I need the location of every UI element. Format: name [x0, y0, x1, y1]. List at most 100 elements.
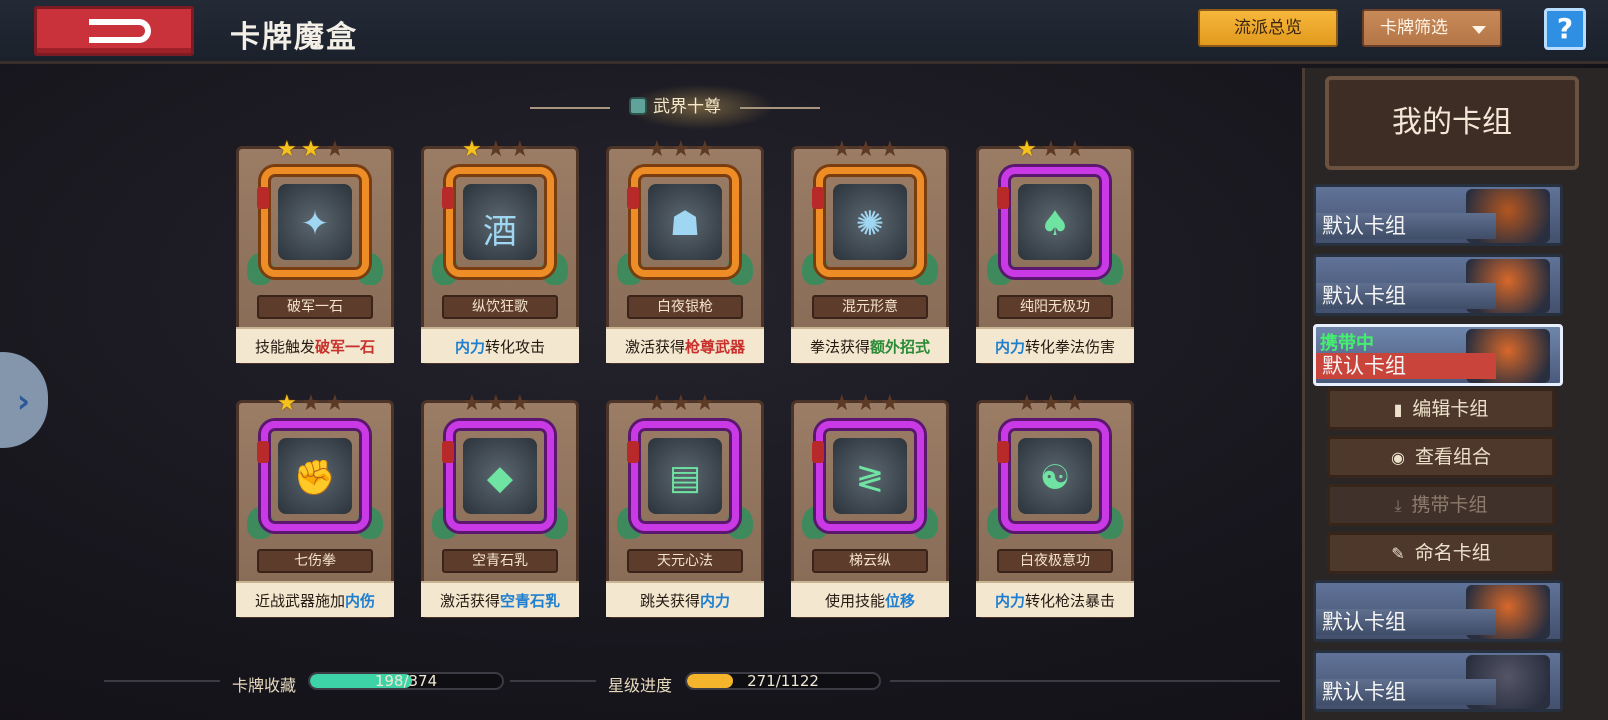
- card-description-text: 拳法获得: [809, 338, 870, 356]
- card-description-keyword: 内力: [994, 592, 1025, 610]
- card-description: 拳法获得额外招式: [791, 327, 949, 363]
- expand-left-panel-button[interactable]: ›: [0, 352, 48, 448]
- star-icon: ★: [647, 391, 667, 416]
- card-tile[interactable]: ★ ★ ★ ♠ 纯阳无极功 内力转化拳法伤害: [976, 137, 1134, 364]
- card-description: 内力转化攻击: [421, 327, 579, 363]
- star-icon: ★: [1017, 137, 1037, 162]
- back-button[interactable]: [34, 6, 194, 56]
- action-label: 携带卡组: [1411, 494, 1488, 516]
- star-icon: ★: [880, 137, 900, 162]
- action-label: 查看组合: [1414, 446, 1491, 468]
- star-icon: ★: [856, 137, 876, 162]
- card-art: 酒: [463, 184, 537, 260]
- star-icon: ★: [1041, 137, 1061, 162]
- collection-progress-bar: 198/374: [308, 672, 504, 690]
- seal-tag-icon: [442, 187, 454, 209]
- help-button[interactable]: ?: [1544, 8, 1586, 50]
- card-art-icon: ♠: [1039, 204, 1071, 244]
- star-icon: ★: [832, 391, 852, 416]
- card-art-frame: ♠: [1001, 167, 1109, 277]
- card-tile[interactable]: ★ ★ ★ ✺ 混元形意 拳法获得额外招式: [791, 137, 949, 364]
- card-name: 纵饮狂歌: [442, 295, 558, 319]
- seal-tag-icon: [997, 187, 1009, 209]
- card-tile[interactable]: ★ ★ ★ ☯ 白夜极意功 内力转化枪法暴击: [976, 391, 1134, 618]
- card-description: 近战武器施加内伤: [236, 581, 394, 617]
- card-description-text: 转化枪法暴击: [1025, 592, 1116, 610]
- card-tile[interactable]: ★ ★ ★ ≷ 梯云纵 使用技能位移: [791, 391, 949, 618]
- deck-name: 默认卡组: [1316, 283, 1496, 309]
- star-icon: ★: [1065, 391, 1085, 416]
- star-progress-value: 271/1122: [747, 672, 819, 690]
- deck-item[interactable]: 携带中 默认卡组: [1313, 324, 1563, 386]
- seal-tag-icon: [257, 187, 269, 209]
- card-tile[interactable]: ★ ★ ★ ▤ 天元心法 跳关获得内力: [606, 391, 764, 618]
- star-icon: ★: [695, 391, 715, 416]
- school-overview-button[interactable]: 流派总览: [1198, 9, 1338, 47]
- star-icon: ★: [325, 137, 345, 162]
- view-combo-button[interactable]: ◉ 查看组合: [1327, 436, 1555, 478]
- card-art-frame: ▤: [631, 421, 739, 531]
- star-icon: ★: [880, 391, 900, 416]
- deck-name: 默认卡组: [1316, 213, 1496, 239]
- card-art-frame: ≷: [816, 421, 924, 531]
- card-description: 跳关获得内力: [606, 581, 764, 617]
- card-description-keyword: 额外招式: [870, 338, 931, 356]
- card-tile[interactable]: ★ ★ ★ ◆ 空青石乳 激活获得空青石乳: [421, 391, 579, 618]
- card-art-icon: ◆: [486, 458, 514, 498]
- star-icon: ★: [1041, 391, 1061, 416]
- star-icon: ★: [462, 137, 482, 162]
- star-icon: ★: [301, 137, 321, 162]
- card-description-keyword: 枪尊武器: [685, 338, 746, 356]
- deck-item[interactable]: 默认卡组: [1313, 650, 1563, 712]
- seal-tag-icon: [442, 441, 454, 463]
- card-description-keyword: 内力: [700, 592, 731, 610]
- top-bar: 卡牌魔盒 流派总览 卡牌筛选 ?: [0, 0, 1608, 64]
- card-art-frame: ✺: [816, 167, 924, 277]
- edit-deck-button[interactable]: ▮ 编辑卡组: [1327, 388, 1555, 430]
- star-icon: ★: [486, 391, 506, 416]
- card-art-icon: ☗: [669, 204, 701, 244]
- card-art: ▤: [648, 438, 722, 514]
- card-tile[interactable]: ★ ★ ★ ✦ 破军一石 技能触发破军一石: [236, 137, 394, 364]
- deck-name: 默认卡组: [1316, 679, 1496, 705]
- card-name: 白夜银枪: [627, 295, 743, 319]
- card-tile[interactable]: ★ ★ ★ ✊ 七伤拳 近战武器施加内伤: [236, 391, 394, 618]
- carry-deck-button[interactable]: ⤓ 携带卡组: [1327, 484, 1555, 526]
- card-filter-dropdown[interactable]: 卡牌筛选: [1362, 9, 1502, 47]
- card-description-keyword: 空青石乳: [500, 592, 561, 610]
- card-tile[interactable]: ★ ★ ★ ☗ 白夜银枪 激活获得枪尊武器: [606, 137, 764, 364]
- card-name: 空青石乳: [442, 549, 558, 573]
- seal-tag-icon: [627, 441, 639, 463]
- card-description-text: 近战武器施加: [254, 592, 345, 610]
- footer-divider: [104, 680, 220, 682]
- star-icon: ★: [1065, 137, 1085, 162]
- deck-item[interactable]: 默认卡组: [1313, 184, 1563, 246]
- card-art: ◆: [463, 438, 537, 514]
- star-icon: ★: [486, 137, 506, 162]
- card-description: 内力转化枪法暴击: [976, 581, 1134, 617]
- seal-tag-icon: [812, 441, 824, 463]
- card-art: ♠: [1018, 184, 1092, 260]
- card-description-text: 技能触发: [254, 338, 315, 356]
- section-header: 武界十尊: [530, 92, 820, 122]
- footer-divider: [890, 680, 1280, 682]
- chevron-right-icon: ›: [16, 382, 30, 420]
- star-icon: ★: [325, 391, 345, 416]
- seal-tag-icon: [812, 187, 824, 209]
- pencil-icon: ✎: [1391, 544, 1405, 563]
- card-description: 激活获得空青石乳: [421, 581, 579, 617]
- my-decks-title: 我的卡组: [1325, 76, 1579, 170]
- rename-deck-button[interactable]: ✎ 命名卡组: [1327, 532, 1555, 574]
- card-name: 七伤拳: [257, 549, 373, 573]
- card-description-keyword: 内力: [994, 338, 1025, 356]
- deck-item[interactable]: 默认卡组: [1313, 580, 1563, 642]
- card-art: ✦: [278, 184, 352, 260]
- card-tile[interactable]: ★ ★ ★ 酒纵饮狂歌 内力转化攻击: [421, 137, 579, 364]
- card-art-frame: ✦: [261, 167, 369, 277]
- card-art-frame: ☗: [631, 167, 739, 277]
- star-icon: ★: [695, 137, 715, 162]
- star-progress-bar: 271/1122: [685, 672, 881, 690]
- deck-item[interactable]: 默认卡组: [1313, 254, 1563, 316]
- seal-tag-icon: [627, 187, 639, 209]
- star-icon: ★: [510, 137, 530, 162]
